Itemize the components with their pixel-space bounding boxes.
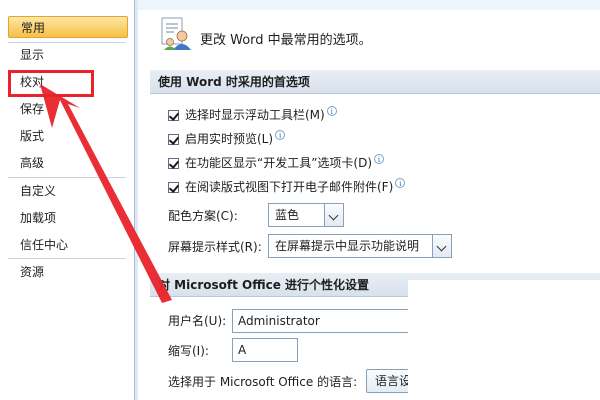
sidebar-divider [8, 42, 126, 43]
sidebar-item-label: 高级 [20, 156, 45, 170]
info-icon: i [395, 178, 406, 188]
option-label: 在阅读版式视图下打开电子邮件附件(F) [185, 180, 394, 194]
checkbox-checked-icon[interactable] [168, 158, 179, 169]
screentip-style-select[interactable]: 在屏幕提示中显示功能说明 [268, 234, 452, 258]
color-scheme-value: 蓝色 [275, 208, 300, 222]
sidebar-item-label: 保存 [20, 102, 45, 116]
sidebar-divider [8, 177, 126, 178]
checkbox-checked-icon[interactable] [168, 110, 179, 121]
sidebar-item-resources[interactable]: 资源 [8, 261, 128, 283]
screentip-style-label: 屏幕提示样式(R): [168, 240, 262, 254]
sidebar-item-label: 版式 [20, 129, 45, 143]
sidebar-item-label: 常用 [21, 21, 46, 35]
color-scheme-select[interactable]: 蓝色 [268, 203, 344, 227]
checkbox-checked-icon[interactable] [168, 134, 179, 145]
info-icon: i [326, 106, 337, 116]
sidebar-item-label: 资源 [20, 265, 45, 279]
sidebar-item-customize[interactable]: 自定义 [8, 180, 128, 202]
chevron-down-icon[interactable] [324, 204, 343, 226]
initials-label: 缩写(I): [168, 344, 209, 358]
option-email-attachments[interactable]: 在阅读版式视图下打开电子邮件附件(F) i [168, 178, 406, 196]
obscured-area [408, 280, 600, 400]
username-input[interactable]: Administrator [232, 309, 422, 333]
option-mini-toolbar[interactable]: 选择时显示浮动工具栏(M) i [168, 106, 337, 124]
sidebar-item-label: 信任中心 [20, 238, 69, 252]
info-icon: i [374, 154, 385, 164]
option-developer-tab[interactable]: 在功能区显示“开发工具”选项卡(D) i [168, 154, 385, 172]
option-label: 选择时显示浮动工具栏(M) [185, 108, 325, 122]
color-scheme-label: 配色方案(C): [168, 209, 238, 223]
language-label: 选择用于 Microsoft Office 的语言: [168, 375, 358, 389]
sidebar-item-label: 加载项 [20, 211, 57, 225]
sidebar-item-label: 自定义 [20, 184, 57, 198]
sidebar-item-label: 显示 [20, 48, 45, 62]
sidebar-divider [8, 258, 126, 259]
checkbox-checked-icon[interactable] [168, 182, 179, 193]
panel-header: 更改 Word 中最常用的选项。 [138, 10, 600, 66]
annotation-highlight-box [8, 70, 94, 97]
chevron-down-icon[interactable] [432, 235, 451, 257]
panel-header-text: 更改 Word 中最常用的选项。 [200, 33, 372, 48]
sidebar-item-trust-center[interactable]: 信任中心 [8, 234, 128, 256]
option-label: 启用实时预览(L) [185, 132, 274, 146]
sidebar-item-display[interactable]: 显示 [8, 44, 128, 66]
option-label: 在功能区显示“开发工具”选项卡(D) [185, 156, 373, 170]
sidebar-item-addins[interactable]: 加载项 [8, 207, 128, 229]
top-strip [138, 0, 600, 10]
sidebar-item-popular[interactable]: 常用 [8, 16, 128, 38]
info-icon: i [275, 130, 286, 140]
options-sidebar: 常用 显示 校对 保存 版式 高级 自定义 加载项 信任中心 资源 [0, 0, 135, 400]
section-header-preferences: 使用 Word 时采用的首选项 [150, 70, 600, 94]
options-person-icon [161, 17, 191, 50]
sidebar-item-layout[interactable]: 版式 [8, 125, 128, 147]
sidebar-item-save[interactable]: 保存 [8, 98, 128, 120]
sidebar-item-advanced[interactable]: 高级 [8, 152, 128, 174]
screentip-style-value: 在屏幕提示中显示功能说明 [275, 239, 420, 253]
username-label: 用户名(U): [168, 314, 227, 328]
initials-input[interactable]: A [232, 338, 298, 362]
option-live-preview[interactable]: 启用实时预览(L) i [168, 130, 286, 148]
